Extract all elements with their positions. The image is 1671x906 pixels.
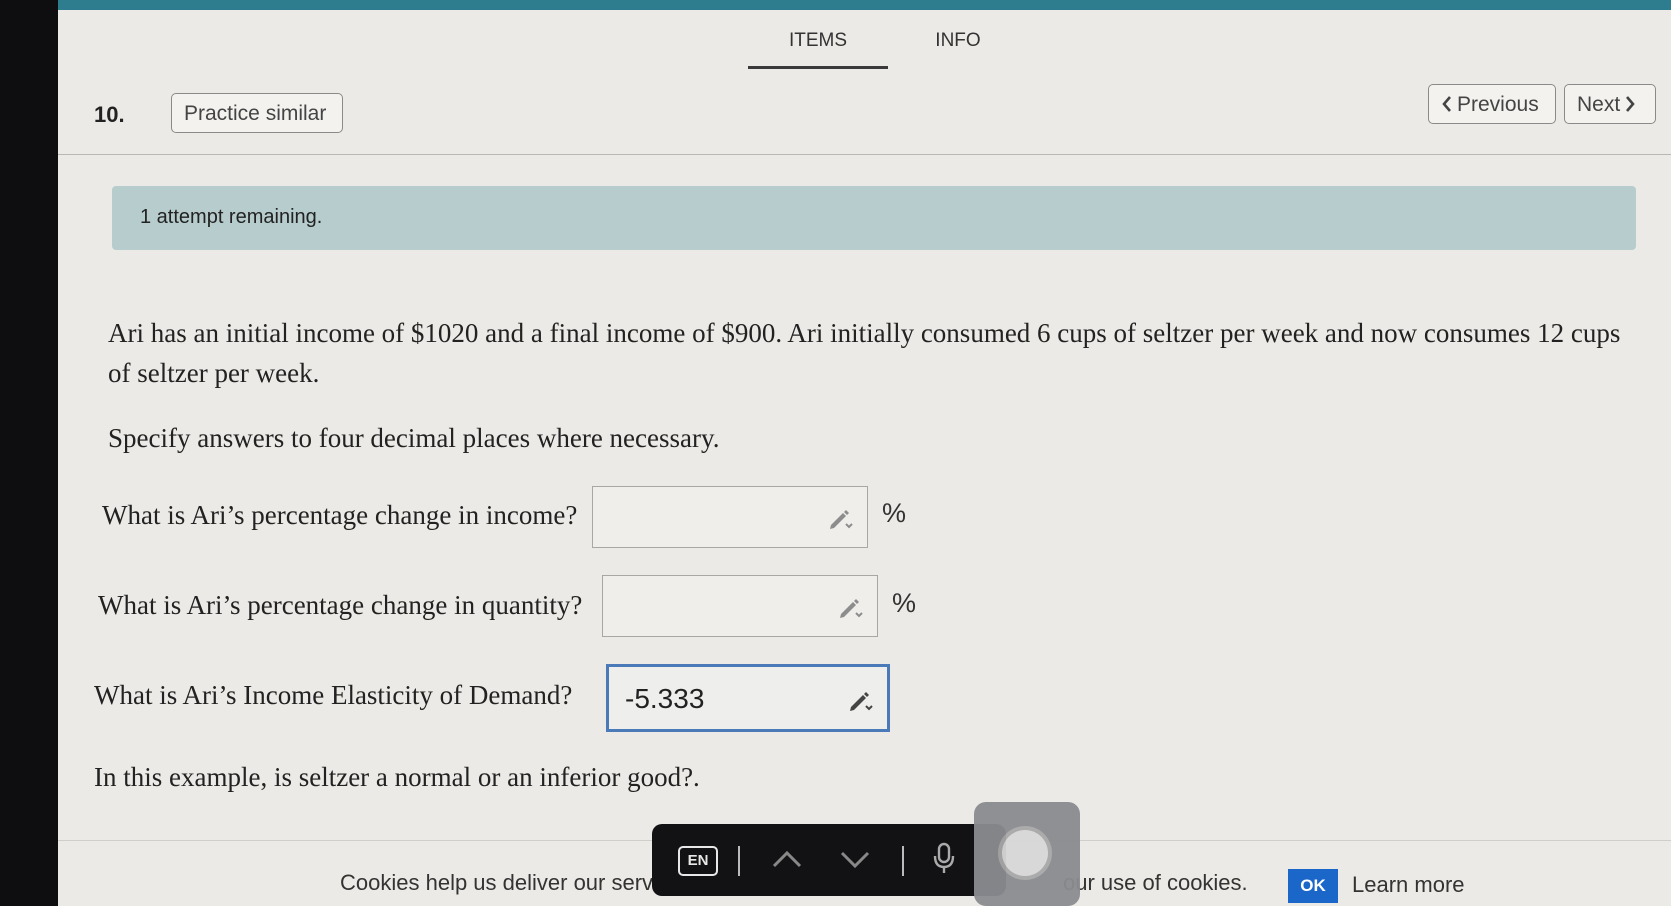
quantity-change-input[interactable] — [602, 575, 878, 637]
header-divider — [58, 154, 1671, 155]
next-label: Next — [1577, 93, 1621, 116]
practice-similar-button[interactable]: Practice similar — [171, 93, 343, 133]
tab-bar: ITEMS INFO — [748, 24, 1028, 69]
assistive-touch-icon — [1002, 830, 1048, 876]
toolbar-separator — [902, 846, 904, 876]
top-accent-bar — [58, 0, 1671, 10]
assistive-touch-button[interactable] — [974, 802, 1080, 906]
instruction-text: Specify answers to four decimal places w… — [108, 423, 720, 453]
cookie-text-left: Cookies help us deliver our services. — [340, 870, 699, 895]
cookie-text-right: our use of cookies. — [1063, 870, 1248, 895]
next-button[interactable]: Next — [1564, 84, 1656, 124]
chevron-left-icon — [1442, 96, 1451, 112]
keyboard-toolbar: EN — [652, 824, 1006, 896]
app-screen: ITEMS INFO 10. Practice similar Previous… — [58, 0, 1671, 906]
pencil-icon[interactable] — [837, 594, 863, 620]
cookie-ok-button[interactable]: OK — [1288, 869, 1338, 903]
attempts-text: 1 attempt remaining. — [140, 206, 323, 228]
tab-items[interactable]: ITEMS — [748, 24, 888, 69]
previous-button[interactable]: Previous — [1428, 84, 1556, 124]
income-change-label: What is Ari’s percentage change in incom… — [102, 500, 578, 530]
question-number: 10. — [94, 102, 125, 127]
attempts-banner: 1 attempt remaining. — [112, 186, 1636, 250]
previous-label: Previous — [1457, 93, 1539, 116]
pencil-icon[interactable] — [827, 505, 853, 531]
tab-info[interactable]: INFO — [888, 24, 1028, 69]
microphone-icon[interactable] — [932, 842, 956, 876]
toolbar-separator — [738, 846, 740, 876]
language-key[interactable]: EN — [678, 846, 718, 876]
elasticity-input[interactable]: -5.333 — [606, 664, 890, 732]
chevron-down-icon[interactable] — [838, 846, 872, 872]
quantity-change-unit: % — [892, 588, 917, 618]
income-change-input[interactable] — [592, 486, 868, 548]
followup-question: In this example, is seltzer a normal or … — [94, 762, 700, 792]
chevron-up-icon[interactable] — [770, 846, 804, 872]
income-change-unit: % — [882, 498, 907, 528]
elasticity-value: -5.333 — [625, 683, 705, 714]
pencil-icon[interactable] — [847, 687, 873, 713]
elasticity-label: What is Ari’s Income Elasticity of Deman… — [94, 680, 573, 710]
learn-more-link[interactable]: Learn more — [1352, 872, 1465, 898]
chevron-right-icon — [1626, 96, 1635, 112]
question-prompt: Ari has an initial income of $1020 and a… — [108, 318, 1621, 388]
quantity-change-label: What is Ari’s percentage change in quant… — [98, 590, 583, 620]
